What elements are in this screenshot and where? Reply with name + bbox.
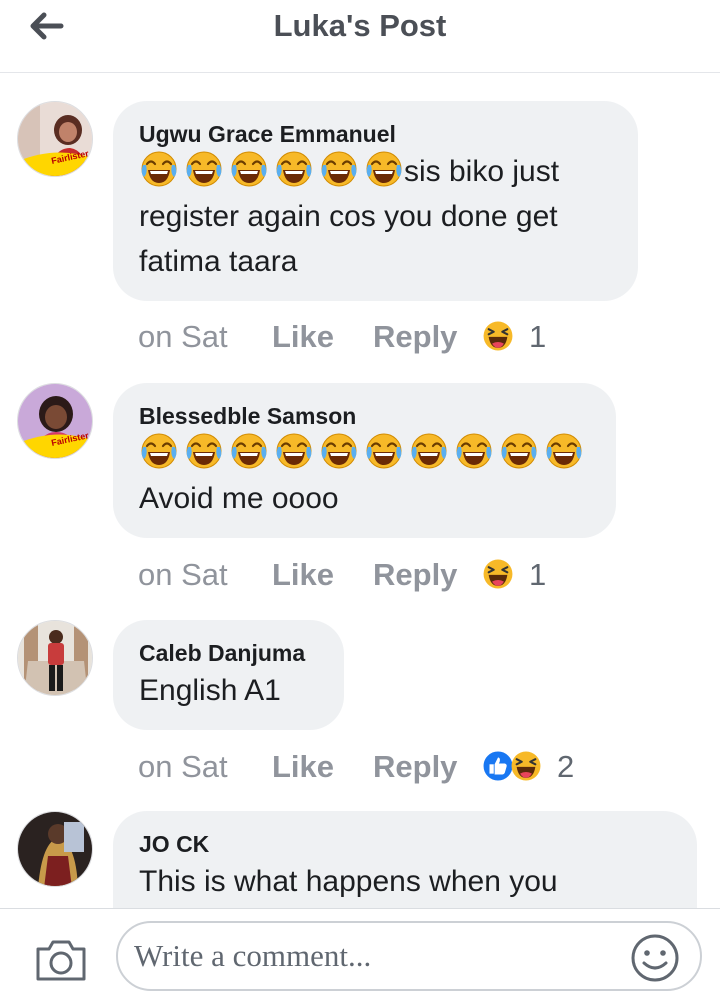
comment-author[interactable]: Ugwu Grace Emmanuel	[139, 119, 612, 149]
tears-of-joy-icon	[319, 431, 359, 471]
tears-of-joy-icon	[454, 431, 494, 471]
comment-actions: on Sat Like Reply 1	[138, 555, 546, 595]
comment-bubble: Ugwu Grace Emmanuel sis biko just regist…	[113, 101, 638, 301]
avatar[interactable]: Fairlister	[17, 101, 93, 177]
comment-text-line: sis biko just	[404, 155, 560, 188]
reaction-summary[interactable]	[481, 749, 543, 793]
smiley-icon[interactable]	[630, 933, 680, 983]
comment-bubble: Caleb Danjuma English A1	[113, 620, 344, 730]
comment-author[interactable]: JO CK	[139, 829, 671, 859]
tears-of-joy-icon	[139, 431, 179, 471]
comment-text: English A1	[139, 674, 281, 707]
tears-of-joy-icon	[409, 431, 449, 471]
comment-timestamp[interactable]: on Sat	[138, 317, 272, 357]
reply-button[interactable]: Reply	[373, 747, 481, 787]
tears-of-joy-icon	[274, 149, 314, 189]
tears-of-joy-icon	[499, 431, 539, 471]
reaction-count[interactable]: 1	[529, 317, 546, 357]
tears-of-joy-icon	[184, 431, 224, 471]
tears-of-joy-icon	[229, 149, 269, 189]
tears-of-joy-icon	[229, 431, 269, 471]
comment-input[interactable]	[116, 921, 702, 991]
comment-text: Avoid me oooo	[139, 431, 590, 521]
comment-text: This is what happens when you	[139, 865, 558, 898]
avatar[interactable]	[17, 620, 93, 696]
reaction-count[interactable]: 1	[529, 555, 546, 595]
tears-of-joy-icon	[184, 149, 224, 189]
tears-of-joy-icon	[274, 431, 314, 471]
comment-timestamp[interactable]: on Sat	[138, 747, 272, 787]
tears-of-joy-icon	[139, 149, 179, 189]
tears-of-joy-icon	[544, 431, 584, 471]
comment-text-line: register again cos you done get	[139, 200, 558, 233]
camera-icon[interactable]	[34, 937, 88, 983]
reaction-count[interactable]: 2	[557, 747, 574, 787]
avatar[interactable]: Fairlister	[17, 383, 93, 459]
tears-of-joy-icon	[364, 149, 404, 189]
comment-author[interactable]: Blessedble Samson	[139, 401, 590, 431]
tears-of-joy-icon	[364, 431, 404, 471]
comment-actions: on Sat Like Reply 2	[138, 747, 574, 787]
comment-timestamp[interactable]: on Sat	[138, 555, 272, 595]
like-button[interactable]: Like	[272, 317, 373, 357]
haha-reaction-icon	[481, 319, 515, 353]
top-bar: Luka's Post	[0, 0, 720, 73]
comment-actions: on Sat Like Reply 1	[138, 317, 546, 357]
comment-bubble: Blessedble Samson Avoid me oooo	[113, 383, 616, 538]
reaction-summary[interactable]	[481, 557, 515, 601]
comment-composer	[0, 908, 720, 999]
comment-text-line: fatima taara	[139, 245, 298, 278]
comment-text-line: Avoid me oooo	[139, 482, 339, 515]
haha-reaction-icon	[481, 557, 515, 591]
reply-button[interactable]: Reply	[373, 317, 481, 357]
comment-text: sis biko just register again cos you don…	[139, 149, 612, 284]
like-button[interactable]: Like	[272, 555, 373, 595]
reaction-summary[interactable]	[481, 319, 515, 363]
haha-reaction-icon	[509, 749, 543, 783]
avatar[interactable]	[17, 811, 93, 887]
like-button[interactable]: Like	[272, 747, 373, 787]
page-title: Luka's Post	[273, 8, 447, 43]
reply-button[interactable]: Reply	[373, 555, 481, 595]
comment-author[interactable]: Caleb Danjuma	[139, 638, 318, 668]
tears-of-joy-icon	[319, 149, 359, 189]
